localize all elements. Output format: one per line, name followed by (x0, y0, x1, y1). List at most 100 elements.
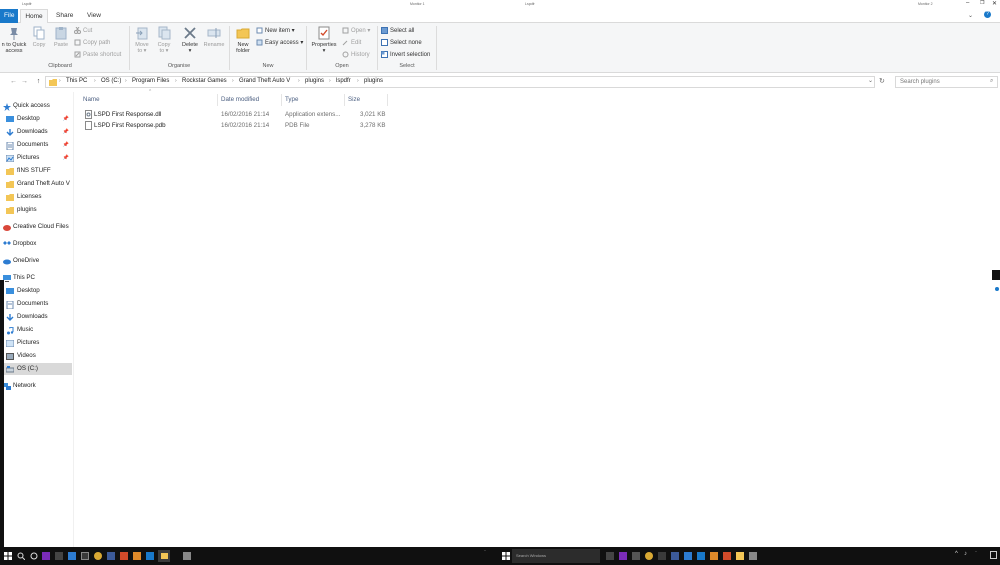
nav-quick-fins-stuff[interactable]: fINS STUFF (0, 165, 72, 177)
address-bar[interactable]: › This PC › OS (C:) › Program Files › Ro… (45, 76, 875, 88)
minimize-icon[interactable]: – (966, 0, 969, 6)
app-icon-navy[interactable] (107, 552, 115, 560)
app-icon-gray[interactable] (55, 552, 63, 560)
copy-to-button[interactable]: Copy to ▾ (155, 26, 173, 54)
back-button[interactable]: ← (9, 77, 18, 87)
refresh-icon[interactable]: ↻ (879, 77, 885, 85)
action-center-icon[interactable] (990, 551, 997, 559)
column-header-date[interactable]: Date modified (221, 94, 259, 106)
chevron-down-icon[interactable]: ⌄ (968, 12, 973, 19)
nav-pc-downloads[interactable]: Downloads (0, 311, 72, 323)
breadcrumb-gta-v[interactable]: Grand Theft Auto V (239, 78, 290, 84)
nav-pc-desktop[interactable]: Desktop (0, 285, 72, 297)
properties-button[interactable]: Properties ▾ (309, 26, 339, 54)
nav-onedrive[interactable]: OneDrive (0, 255, 72, 267)
select-all-button[interactable]: Select all (381, 26, 414, 36)
column-header-name[interactable]: Name (83, 94, 100, 106)
select-none-button[interactable]: Select none (381, 38, 422, 48)
breadcrumb-plugins-current[interactable]: plugins (364, 78, 383, 84)
nav-network[interactable]: Network (0, 380, 72, 392)
pin-to-quick-access-button[interactable]: n to Quick access (0, 26, 28, 54)
copy-path-button[interactable]: Copy path (74, 38, 110, 48)
breadcrumb-rockstar-games[interactable]: Rockstar Games (182, 78, 227, 84)
paste-shortcut-button[interactable]: Paste shortcut (74, 50, 121, 60)
app-icon-purple[interactable] (42, 552, 50, 560)
folder-icon[interactable] (736, 552, 744, 560)
app-icon-purple[interactable] (619, 552, 627, 560)
chrome-icon[interactable] (94, 552, 102, 560)
cut-button[interactable]: Cut (74, 26, 92, 36)
column-header-type[interactable]: Type (285, 94, 298, 106)
edit-button[interactable]: Edit (342, 38, 361, 48)
help-icon[interactable]: ? (984, 11, 991, 18)
app-icon-navy[interactable] (671, 552, 679, 560)
nav-pc-pictures[interactable]: Pictures (0, 337, 72, 349)
volume-icon[interactable]: ♪ (964, 551, 967, 557)
app-icon-orange[interactable] (133, 552, 141, 560)
nav-quick-pictures[interactable]: Pictures 📌 (0, 152, 72, 164)
tray-chevron-icon[interactable]: ^ (955, 551, 958, 557)
breadcrumb-program-files[interactable]: Program Files (132, 78, 169, 84)
nav-pc-os-c[interactable]: OS (C:) (0, 363, 72, 375)
up-button[interactable]: ↑ (34, 77, 43, 87)
maximize-icon[interactable]: ❐ (980, 0, 984, 6)
windows-start-icon-monitor-2[interactable] (502, 552, 510, 560)
breadcrumb-os-c[interactable]: OS (C:) (101, 78, 121, 84)
tab-home[interactable]: Home (20, 9, 48, 23)
breadcrumb-lspdfr[interactable]: lspdfr (336, 78, 351, 84)
cortana-icon[interactable] (30, 552, 38, 560)
nav-quick-gta-v[interactable]: Grand Theft Auto V (0, 178, 72, 190)
app-icon-word[interactable] (146, 552, 154, 560)
app-icon-dark[interactable] (632, 552, 640, 560)
paste-button[interactable]: Paste (52, 26, 70, 48)
easy-access-button[interactable]: Easy access ▾ (256, 38, 303, 48)
breadcrumb-plugins[interactable]: plugins (305, 78, 324, 84)
taskbar-search-box[interactable]: Search Windows (512, 549, 600, 563)
rename-button[interactable]: Rename (203, 26, 225, 48)
chrome-icon[interactable] (645, 552, 653, 560)
app-icon-dark[interactable] (658, 552, 666, 560)
tab-view[interactable]: View (83, 9, 105, 23)
nav-pc-videos[interactable]: Videos (0, 350, 72, 362)
nav-creative-cloud[interactable]: Creative Cloud Files (0, 221, 72, 233)
nav-quick-documents[interactable]: Documents 📌 (0, 139, 72, 151)
app-icon-gray[interactable] (606, 552, 614, 560)
windows-start-icon[interactable] (4, 552, 12, 560)
nav-quick-access[interactable]: Quick access (0, 100, 72, 112)
file-row[interactable]: LSPD First Response.dll 16/02/2016 21:14… (83, 109, 388, 120)
nav-quick-desktop[interactable]: Desktop 📌 (0, 113, 72, 125)
nav-this-pc[interactable]: This PC (0, 272, 72, 284)
nav-quick-downloads[interactable]: Downloads 📌 (0, 126, 72, 138)
app-icon-word[interactable] (697, 552, 705, 560)
delete-button[interactable]: Delete ▾ (179, 26, 201, 54)
new-folder-button[interactable]: New folder (233, 26, 253, 54)
app-icon-blue[interactable] (684, 552, 692, 560)
app-icon-red[interactable] (723, 552, 731, 560)
invert-selection-button[interactable]: Invert selection (381, 50, 430, 60)
nav-pc-music[interactable]: Music (0, 324, 72, 336)
nav-dropbox[interactable]: Dropbox (0, 238, 72, 250)
new-item-button[interactable]: New item ▾ (256, 26, 295, 36)
breadcrumb-this-pc[interactable]: This PC (66, 78, 87, 84)
tab-file[interactable]: File (0, 9, 18, 23)
address-dropdown-icon[interactable]: ⌄ (868, 77, 873, 84)
tab-share[interactable]: Share (52, 9, 77, 23)
search-input[interactable]: Search plugins ⌕ (895, 76, 998, 88)
column-header-size[interactable]: Size (348, 94, 360, 106)
nav-quick-licenses[interactable]: Licenses (0, 191, 72, 203)
search-icon[interactable] (17, 552, 25, 560)
file-row[interactable]: LSPD First Response.pdb 16/02/2016 21:14… (83, 120, 388, 131)
app-icon-light[interactable] (183, 552, 191, 560)
history-button[interactable]: History (342, 50, 370, 60)
app-icon-blue[interactable] (68, 552, 76, 560)
app-icon-red[interactable] (120, 552, 128, 560)
clock[interactable]: ·· (975, 550, 977, 554)
forward-button[interactable]: → (20, 77, 29, 87)
close-icon[interactable]: ✕ (992, 0, 997, 7)
open-button[interactable]: Open ▾ (342, 26, 370, 36)
nav-quick-plugins[interactable]: plugins (0, 204, 72, 216)
app-icon-dark[interactable] (81, 552, 89, 560)
nav-pc-documents[interactable]: Documents (0, 298, 72, 310)
copy-button[interactable]: Copy (30, 26, 48, 48)
app-icon-orange[interactable] (710, 552, 718, 560)
